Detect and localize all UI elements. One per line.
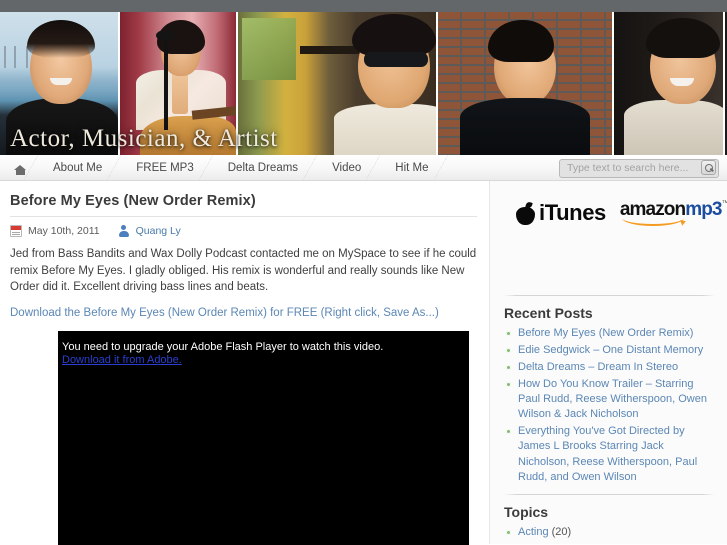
search-input[interactable] <box>559 158 719 178</box>
list-item[interactable]: Edie Sedgwick – One Distant Memory <box>504 343 717 358</box>
recent-post-link[interactable]: Everything You've Got Directed by James … <box>518 425 697 482</box>
main-content-column: Before My Eyes (New Order Remix) May 10t… <box>0 181 489 545</box>
nav-list: About Me FREE MP3 Delta Dreams Video Hit… <box>0 155 448 180</box>
store-badges: iTunes amazonmp3 ™ <box>502 189 727 233</box>
page-title: Before My Eyes (New Order Remix) <box>10 193 477 217</box>
itunes-badge[interactable]: iTunes <box>516 200 606 226</box>
nav-item-free-mp3[interactable]: FREE MP3 <box>120 155 213 180</box>
site-header-banner: Actor, Musician, & Artist <box>0 12 727 155</box>
post-date: May 10th, 2011 <box>28 225 100 237</box>
content-wrapper: Before My Eyes (New Order Remix) May 10t… <box>0 181 727 545</box>
flash-video-player[interactable]: You need to upgrade your Adobe Flash Pla… <box>58 331 469 545</box>
topics-heading: Topics <box>504 503 549 520</box>
main-navigation: About Me FREE MP3 Delta Dreams Video Hit… <box>0 155 727 181</box>
list-item[interactable]: How Do You Know Trailer – Starring Paul … <box>504 377 717 422</box>
flash-upgrade-message: You need to upgrade your Adobe Flash Pla… <box>62 341 384 354</box>
banner-photo-brick-wall-portrait <box>438 12 614 155</box>
list-item[interactable]: Acting (20) My Film Projects (19) Reel (… <box>504 525 717 545</box>
amazon-word-amazon: amazon <box>619 199 686 220</box>
recent-posts-list: Before My Eyes (New Order Remix) Edie Se… <box>504 326 717 485</box>
banner-photo-smiling-portrait <box>614 12 725 155</box>
post-body: Jed from Bass Bandits and Wax Dolly Podc… <box>10 248 477 294</box>
topics-list: Acting (20) My Film Projects (19) Reel (… <box>504 525 717 545</box>
list-item[interactable]: Before My Eyes (New Order Remix) <box>504 326 717 341</box>
amazon-swoosh-icon <box>621 218 684 226</box>
recent-post-link[interactable]: Edie Sedgwick – One Distant Memory <box>518 344 703 356</box>
user-icon <box>118 225 130 237</box>
nav-label: FREE MP3 <box>136 161 194 174</box>
post-meta: May 10th, 2011 Quang Ly <box>10 225 477 237</box>
recent-posts-heading: Recent Posts <box>504 305 593 321</box>
recent-post-link[interactable]: How Do You Know Trailer – Starring Paul … <box>518 378 707 420</box>
nav-item-home[interactable] <box>0 155 38 180</box>
nav-item-video[interactable]: Video <box>316 155 381 180</box>
banner-photo-performing-guitar <box>120 12 238 155</box>
banner-photo-portrait-harbor <box>0 12 120 155</box>
nav-item-hit-me[interactable]: Hit Me <box>379 155 448 180</box>
banner-photo-sunglasses-cafe <box>238 12 438 155</box>
page-root: Actor, Musician, & Artist About Me FREE … <box>0 0 727 545</box>
recent-post-link[interactable]: Before My Eyes (New Order Remix) <box>518 327 693 339</box>
calendar-icon <box>10 225 22 237</box>
nav-label: About Me <box>53 161 103 174</box>
nav-label: Delta Dreams <box>227 161 299 174</box>
search-box <box>559 158 719 178</box>
download-remix-link[interactable]: Download the Before My Eyes (New Order R… <box>10 307 477 319</box>
amazon-label: amazonmp3 <box>619 199 723 220</box>
amazon-trademark: ™ <box>721 200 727 207</box>
amazon-mp3-badge[interactable]: amazonmp3 ™ <box>619 199 727 227</box>
flash-download-link[interactable]: Download it from Adobe. <box>62 354 182 366</box>
topic-count: (20) <box>551 525 572 538</box>
nav-item-about-me[interactable]: About Me <box>37 155 122 180</box>
nav-label: Hit Me <box>395 161 429 174</box>
recent-post-link[interactable]: Delta Dreams – Dream In Stereo <box>518 361 678 373</box>
browser-chrome-strip <box>0 0 727 12</box>
list-item[interactable]: Everything You've Got Directed by James … <box>504 424 717 484</box>
sidebar-divider-recent <box>504 295 715 296</box>
list-item[interactable]: Delta Dreams – Dream In Stereo <box>504 360 717 375</box>
nav-label: Video <box>332 161 362 174</box>
topic-link-acting[interactable]: Acting <box>518 526 549 538</box>
sidebar-divider-topics <box>504 493 715 495</box>
itunes-label: iTunes <box>539 200 606 225</box>
sidebar: iTunes amazonmp3 ™ Recent Posts Before M… <box>489 181 727 545</box>
search-icon[interactable] <box>701 160 716 175</box>
nav-item-delta-dreams[interactable]: Delta Dreams <box>212 155 318 180</box>
amazon-word-mp3: mp3 <box>685 199 722 220</box>
home-icon <box>14 162 27 175</box>
apple-logo-icon <box>516 202 535 225</box>
post-author[interactable]: Quang Ly <box>136 225 181 237</box>
